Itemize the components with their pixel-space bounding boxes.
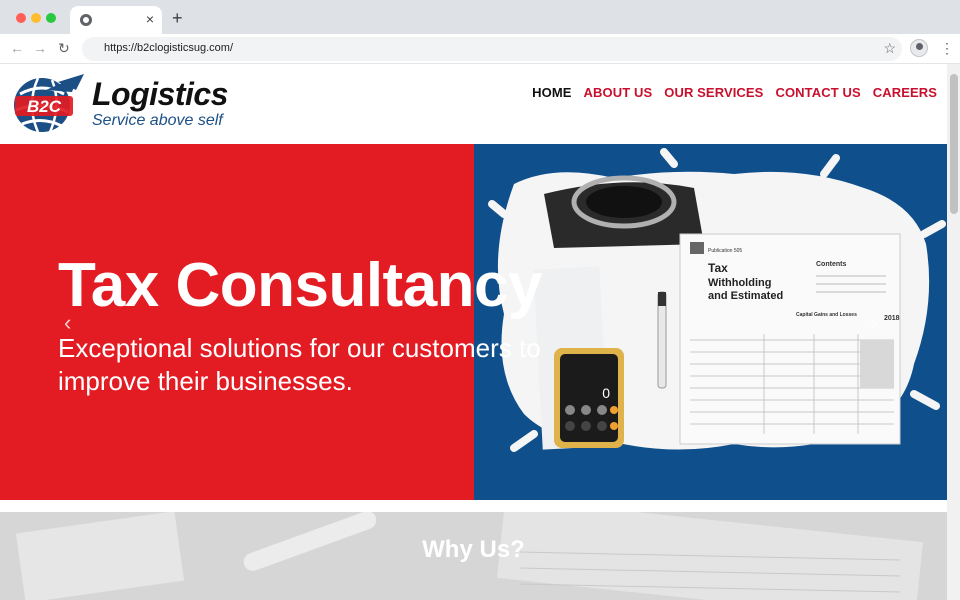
nav-careers[interactable]: CAREERS: [873, 85, 937, 100]
publication-text: Publication 505: [708, 248, 742, 254]
close-tab-icon[interactable]: ×: [146, 11, 154, 27]
why-us-section: Why Us?: [0, 512, 947, 600]
close-window-button[interactable]: [16, 13, 26, 23]
browser-toolbar: ← → ↻ https://b2clogisticsug.com/ ☆ ⋮: [0, 34, 960, 64]
logo-globe-icon[interactable]: B2C: [12, 72, 84, 134]
reload-icon[interactable]: ↻: [58, 40, 70, 56]
logo-tagline: Service above self: [92, 112, 223, 129]
hero-slider: Publication 505 Tax Withholding and Esti…: [0, 144, 947, 500]
scrollbar-thumb[interactable]: [950, 74, 958, 214]
slider-prev-icon[interactable]: ‹: [64, 310, 71, 336]
menu-icon[interactable]: ⋮: [940, 40, 954, 56]
section-divider: [0, 500, 947, 512]
browser-tab-bar: × +: [0, 0, 960, 34]
new-tab-button[interactable]: +: [172, 9, 183, 27]
nav-about-us[interactable]: ABOUT US: [584, 85, 653, 100]
site-header: B2C Logistics Service above self HOME AB…: [0, 64, 947, 144]
back-icon[interactable]: ←: [10, 40, 24, 56]
svg-text:Withholding: Withholding: [708, 277, 771, 289]
table-title-text: Capital Gains and Losses: [796, 312, 857, 318]
hero-title: Tax Consultancy: [58, 251, 543, 320]
logo-mark-text: B2C: [27, 97, 62, 116]
minimize-window-button[interactable]: [31, 13, 41, 23]
main-nav: HOME ABOUT US OUR SERVICES CONTACT US CA…: [532, 85, 937, 100]
address-bar[interactable]: https://b2clogisticsug.com/ ☆: [82, 37, 902, 61]
browser-tab[interactable]: ×: [70, 6, 162, 34]
page-scrollbar[interactable]: [947, 64, 960, 600]
nav-our-services[interactable]: OUR SERVICES: [664, 85, 763, 100]
web-page: B2C Logistics Service above self HOME AB…: [0, 64, 947, 600]
svg-text:and Estimated: and Estimated: [708, 290, 783, 302]
calculator-display: 0: [602, 385, 610, 401]
form-year-text: 2018: [884, 315, 900, 322]
contents-text: Contents: [816, 261, 846, 268]
why-us-title: Why Us?: [422, 536, 525, 563]
hero-subtitle: Exceptional solutions for our customers …: [58, 333, 541, 396]
maximize-window-button[interactable]: [46, 13, 56, 23]
url-text[interactable]: https://b2clogisticsug.com/: [104, 42, 233, 54]
profile-icon[interactable]: [910, 39, 928, 57]
nav-home[interactable]: HOME: [532, 85, 571, 100]
slider-next-icon[interactable]: ›: [870, 310, 877, 336]
svg-text:Tax: Tax: [708, 261, 728, 275]
forward-icon[interactable]: →: [33, 40, 47, 56]
star-icon[interactable]: ☆: [883, 40, 896, 57]
nav-contact-us[interactable]: CONTACT US: [775, 85, 860, 100]
logo-title[interactable]: Logistics: [92, 76, 228, 113]
chrome-icon: [80, 14, 92, 26]
